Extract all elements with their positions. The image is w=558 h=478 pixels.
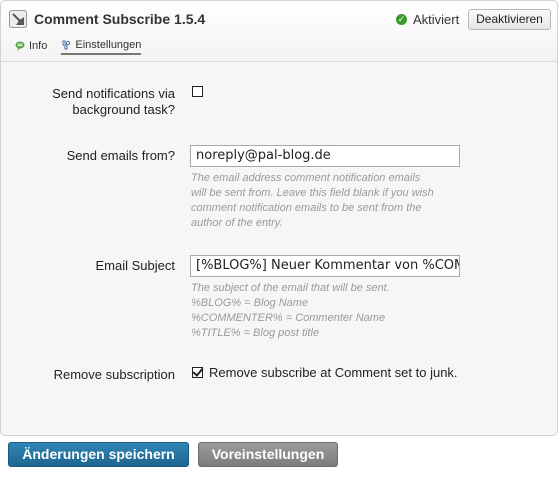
deactivate-button[interactable]: Deaktivieren: [468, 9, 551, 30]
send-from-hint: The email address comment notification e…: [191, 171, 434, 231]
remove-subscription-text: Remove subscribe at Comment set to junk.: [209, 365, 458, 380]
email-subject-hint-line1: The subject of the email that will be se…: [191, 282, 390, 294]
remove-subscription-label: Remove subscription: [53, 367, 175, 382]
background-task-label: Send notifications via background task?: [1, 86, 175, 118]
background-task-label-line1: Send notifications via: [52, 86, 175, 101]
defaults-button[interactable]: Voreinstellungen: [198, 442, 338, 467]
tab-settings[interactable]: Einstellungen: [61, 39, 142, 55]
status-label: Aktiviert: [413, 12, 460, 27]
plugin-title: Comment Subscribe 1.5.4: [34, 11, 206, 27]
email-subject-hint-line3: %COMMENTER% = Commenter Name: [191, 312, 386, 324]
email-subject-input[interactable]: [%BLOG%] Neuer Kommentar von %COMMENTER%: [190, 255, 460, 277]
send-from-hint-line3: comment notification emails to be sent f…: [191, 202, 422, 214]
tab-settings-label: Einstellungen: [75, 39, 142, 51]
panel-header: Comment Subscribe 1.5.4 ✓ Aktiviert Deak…: [1, 1, 557, 62]
settings-icon: [62, 40, 71, 50]
send-from-label: Send emails from?: [66, 148, 175, 163]
remove-subscription-checkbox[interactable]: [192, 367, 203, 378]
plugin-icon: [9, 10, 27, 28]
send-from-hint-line4: author of the entry.: [191, 217, 283, 229]
background-task-label-line2: background task?: [72, 102, 175, 117]
email-subject-hint-line2: %BLOG% = Blog Name: [191, 297, 309, 309]
plugin-settings-panel: Comment Subscribe 1.5.4 ✓ Aktiviert Deak…: [0, 0, 558, 436]
check-icon: ✓: [396, 14, 407, 25]
background-task-checkbox[interactable]: [192, 86, 203, 97]
email-subject-label: Email Subject: [95, 258, 175, 273]
send-from-hint-line2: will be sent from. Leave this field blan…: [191, 187, 434, 199]
tab-info[interactable]: Info: [15, 39, 47, 55]
send-from-hint-line1: The email address comment notification e…: [191, 172, 421, 184]
info-icon: [15, 41, 25, 51]
save-changes-button[interactable]: Änderungen speichern: [8, 442, 189, 467]
status-indicator: ✓ Aktiviert: [396, 12, 459, 27]
email-subject-hint-line4: %TITLE% = Blog post title: [191, 327, 320, 339]
send-from-input[interactable]: noreply@pal-blog.de: [190, 145, 460, 167]
email-subject-hint: The subject of the email that will be se…: [191, 281, 390, 341]
tab-bar: Info Einstellungen: [15, 39, 155, 55]
tab-info-label: Info: [29, 40, 48, 52]
